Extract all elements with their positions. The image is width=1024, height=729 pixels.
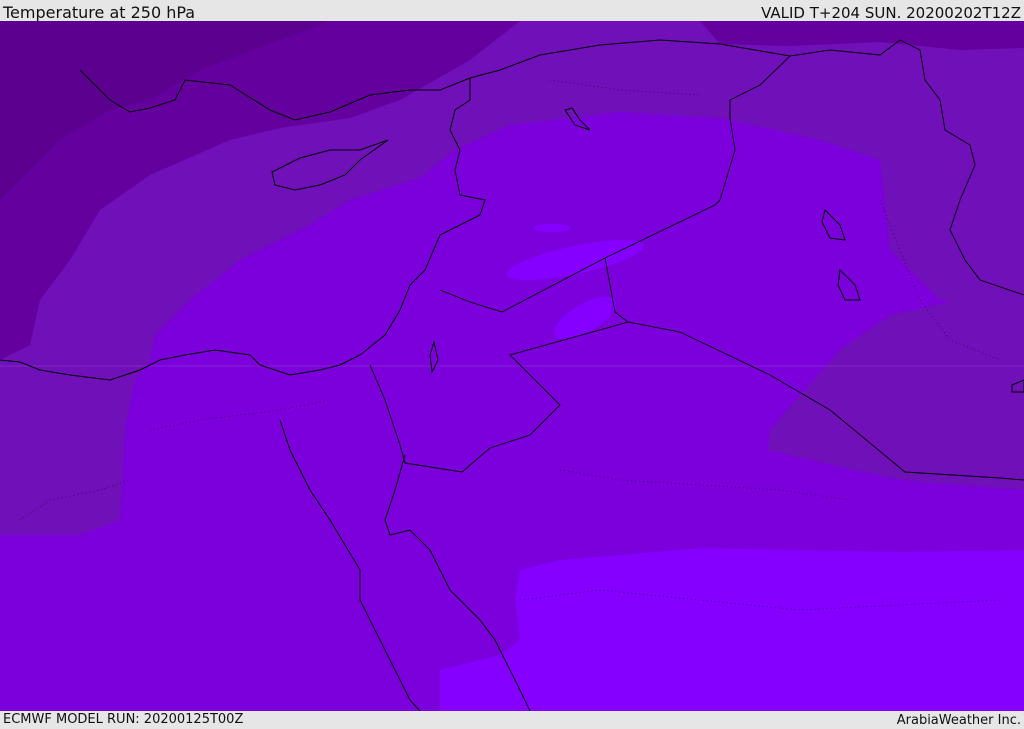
credit: ArabiaWeather Inc. — [896, 713, 1021, 728]
header-bar: Temperature at 250 hPa VALID T+204 SUN. … — [0, 0, 1024, 22]
band-light-south — [440, 548, 1024, 711]
map-title: Temperature at 250 hPa — [3, 3, 196, 22]
temperature-map[interactable] — [0, 21, 1024, 711]
footer-bar: ECMWF MODEL RUN: 20200125T00Z ArabiaWeat… — [0, 711, 1024, 729]
valid-time: VALID T+204 SUN. 20200202T12Z — [761, 4, 1021, 22]
bright-patch-3 — [534, 224, 570, 232]
map-canvas — [0, 21, 1024, 711]
model-run: ECMWF MODEL RUN: 20200125T00Z — [3, 712, 244, 727]
